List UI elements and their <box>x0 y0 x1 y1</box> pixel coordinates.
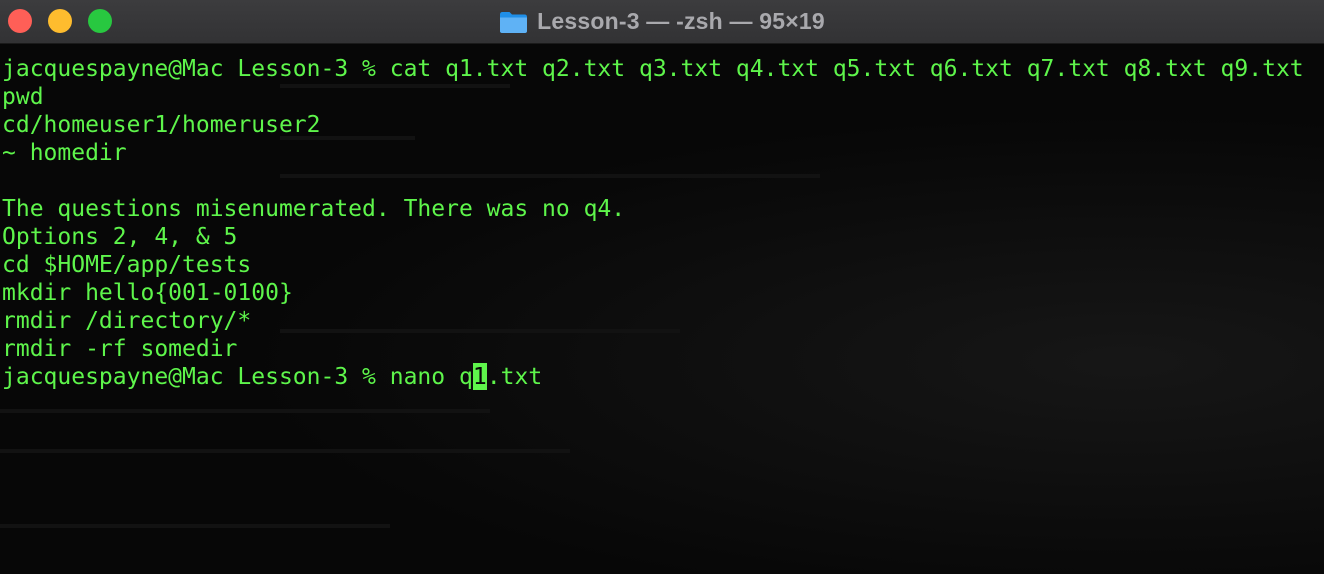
background-artifact <box>0 449 570 453</box>
prompt-text-after-cursor: .txt <box>486 364 543 390</box>
terminal-line: Options 2, 4, & 5 <box>2 224 238 250</box>
terminal-line: ~ homedir <box>2 140 127 166</box>
terminal-lines: jacquespayne@Mac Lesson-3 % cat q1.txt q… <box>2 55 1304 391</box>
terminal-line: rmdir -rf somedir <box>2 336 238 362</box>
terminal-line: cd $HOME/app/tests <box>2 252 252 278</box>
title-bar[interactable]: Lesson-3 — -zsh — 95×19 <box>0 0 1324 44</box>
terminal-line: jacquespayne@Mac Lesson-3 % cat q1.txt q… <box>2 56 1304 82</box>
terminal-line: mkdir hello{001-0100} <box>2 280 293 306</box>
background-artifact <box>0 409 490 413</box>
command-prompt-line[interactable]: jacquespayne@Mac Lesson-3 % nano q1.txt <box>2 363 1304 391</box>
text-cursor: 1 <box>472 363 487 390</box>
terminal-line: The questions misenumerated. There was n… <box>2 196 626 222</box>
terminal-window: Lesson-3 — -zsh — 95×19 jacquespayne@Mac… <box>0 0 1324 574</box>
terminal-line: pwd <box>2 84 44 110</box>
terminal-line: cd/homeuser1/homeruser2 <box>2 112 321 138</box>
folder-icon <box>500 12 528 33</box>
window-title-group: Lesson-3 — -zsh — 95×19 <box>0 0 1324 43</box>
window-title: Lesson-3 — -zsh — 95×19 <box>537 8 825 34</box>
background-artifact <box>0 524 390 528</box>
prompt-text: jacquespayne@Mac Lesson-3 % nano q <box>2 364 473 390</box>
terminal-output-area[interactable]: jacquespayne@Mac Lesson-3 % cat q1.txt q… <box>0 44 1324 574</box>
terminal-line: rmdir /directory/* <box>2 308 252 334</box>
